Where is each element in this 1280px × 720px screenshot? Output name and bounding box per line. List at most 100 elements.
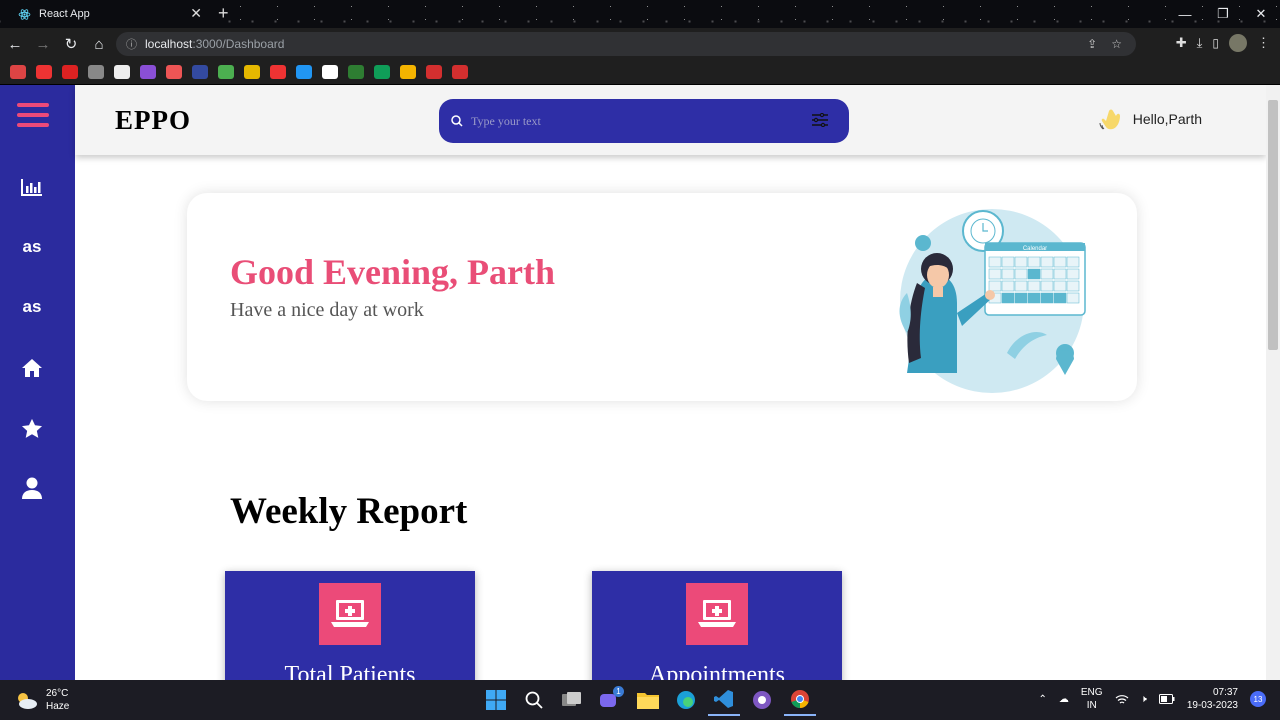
weather-widget[interactable]: 26°C Haze (14, 687, 69, 713)
wifi-icon[interactable] (1115, 694, 1129, 705)
bookmark-favicon-icon[interactable] (296, 65, 312, 79)
bookmark-favicon-icon[interactable] (88, 65, 104, 79)
waving-hand-icon (1099, 107, 1125, 131)
filter-icon[interactable] (811, 113, 829, 127)
teams-badge: 1 (613, 686, 624, 697)
weather-cloud-sun-icon (14, 690, 38, 710)
card-label: Appointments (649, 662, 785, 680)
system-tray: ⌃ ☁ ENG IN 🕨 07:37 19-03-2023 13 (1038, 686, 1266, 712)
bookmark-favicon-icon[interactable] (348, 65, 364, 79)
battery-icon[interactable] (1158, 694, 1175, 704)
welcome-title: Good Evening, Parth (230, 252, 556, 292)
welcome-card: Good Evening, Parth Have a nice day at w… (187, 193, 1137, 401)
date: 19-03-2023 (1186, 700, 1238, 711)
home-icon[interactable] (18, 354, 46, 382)
calendar-illustration: Calendar (887, 203, 1087, 393)
address-bar[interactable]: ⓘ localhost:3000/Dashboard ⇪ ☆ (116, 32, 1136, 56)
bookmarks-bar (0, 60, 1280, 84)
download-icon[interactable]: ⤓ (1197, 35, 1203, 51)
share-icon[interactable]: ⇪ (1087, 37, 1097, 51)
bookmark-favicon-icon[interactable] (452, 65, 468, 79)
lastfm-icon[interactable]: as (18, 293, 46, 321)
chevron-up-icon[interactable]: ⌃ (1038, 694, 1046, 705)
calendar-label: Calendar (1023, 246, 1047, 252)
weather-condition: Haze (46, 701, 70, 712)
github-desktop-icon[interactable] (746, 684, 778, 716)
browser-tab[interactable]: React App ✕ (8, 0, 208, 28)
card-label: Total Patients (284, 662, 416, 680)
teams-chat-icon[interactable]: 1 (594, 684, 626, 716)
bookmark-favicon-icon[interactable] (140, 65, 156, 79)
onedrive-icon[interactable]: ☁ (1059, 694, 1069, 705)
bookmark-favicon-icon[interactable] (114, 65, 130, 79)
clock[interactable]: 07:37 19-03-2023 (1187, 686, 1238, 712)
vscode-icon[interactable] (708, 684, 740, 716)
close-window-button[interactable]: ✕ (1242, 6, 1280, 22)
bookmark-star-icon[interactable]: ☆ (1111, 37, 1122, 51)
bookmark-favicon-icon[interactable] (166, 65, 182, 79)
search-icon (451, 115, 463, 127)
scrollbar-thumb[interactable] (1268, 100, 1278, 350)
back-button[interactable]: ← (2, 31, 28, 57)
window-controls: — ❐ ✕ (1166, 0, 1280, 28)
sidebar: as as (0, 85, 75, 680)
windows-taskbar: 26°C Haze 1 ⌃ ☁ ENG IN 🕨 07:37 19-03-202… (0, 680, 1280, 720)
welcome-subtitle: Have a nice day at work (230, 299, 424, 321)
site-info-icon[interactable]: ⓘ (126, 36, 137, 52)
language-indicator[interactable]: ENG IN (1081, 686, 1103, 712)
menu-icon[interactable] (17, 101, 49, 129)
profile-avatar[interactable] (1229, 34, 1247, 52)
app-logo: EPPO (115, 105, 191, 135)
app-root: as as EPPO Hello,Parth (0, 85, 1280, 680)
bookmark-favicon-icon[interactable] (374, 65, 390, 79)
kebab-menu-icon[interactable]: ⋮ (1257, 35, 1270, 51)
edge-browser-icon[interactable] (670, 684, 702, 716)
home-button[interactable]: ⌂ (86, 31, 112, 57)
minimize-button[interactable]: — (1166, 7, 1204, 22)
bookmark-favicon-icon[interactable] (244, 65, 260, 79)
time: 07:37 (1212, 687, 1238, 698)
browser-tab-bar: React App ✕ + — ❐ ✕ (0, 0, 1280, 28)
notification-badge[interactable]: 13 (1250, 691, 1266, 707)
search-icon[interactable] (518, 684, 550, 716)
language: ENG (1080, 687, 1103, 698)
bookmark-favicon-icon[interactable] (62, 65, 78, 79)
star-icon[interactable] (18, 414, 46, 442)
tab-title: React App (39, 8, 90, 20)
browser-toolbar: ← → ↻ ⌂ ⓘ localhost:3000/Dashboard ⇪ ☆ (0, 28, 1280, 60)
windows-start-icon[interactable] (480, 684, 512, 716)
bookmark-favicon-icon[interactable] (400, 65, 416, 79)
bookmark-favicon-icon[interactable] (322, 65, 338, 79)
search-input[interactable] (471, 113, 791, 129)
maximize-button[interactable]: ❐ (1204, 6, 1242, 22)
forward-button[interactable]: → (30, 31, 56, 57)
appointments-card[interactable]: Appointments (592, 571, 842, 680)
reload-button[interactable]: ↻ (58, 31, 84, 57)
weekly-report-title: Weekly Report (230, 491, 468, 532)
bookmark-favicon-icon[interactable] (426, 65, 442, 79)
extensions-area: ✚ ⤓ ▯ ⋮ (1176, 34, 1270, 52)
close-tab-icon[interactable]: ✕ (190, 5, 202, 22)
lastfm-icon[interactable]: as (18, 233, 46, 261)
file-explorer-icon[interactable] (632, 684, 664, 716)
bookmark-favicon-icon[interactable] (36, 65, 52, 79)
bookmark-favicon-icon[interactable] (10, 65, 26, 79)
chrome-icon[interactable] (784, 684, 816, 716)
page-scrollbar[interactable] (1266, 85, 1280, 680)
new-tab-button[interactable]: + (218, 3, 229, 24)
bar-chart-icon[interactable] (18, 173, 46, 201)
region: IN (1086, 700, 1097, 711)
total-patients-card[interactable]: Total Patients (225, 571, 475, 680)
task-view-icon[interactable] (556, 684, 588, 716)
bookmark-favicon-icon[interactable] (218, 65, 234, 79)
sidepanel-icon[interactable]: ▯ (1212, 36, 1219, 50)
bookmark-favicon-icon[interactable] (270, 65, 286, 79)
user-greeting: Hello,Parth (1099, 107, 1202, 131)
bookmark-favicon-icon[interactable] (192, 65, 208, 79)
greeting-text: Hello,Parth (1132, 111, 1202, 127)
volume-muted-icon[interactable]: 🕨 (1141, 694, 1147, 705)
user-icon[interactable] (18, 474, 46, 502)
puzzle-icon[interactable]: ✚ (1176, 35, 1187, 51)
react-icon (18, 8, 31, 21)
search-bar (439, 99, 849, 143)
